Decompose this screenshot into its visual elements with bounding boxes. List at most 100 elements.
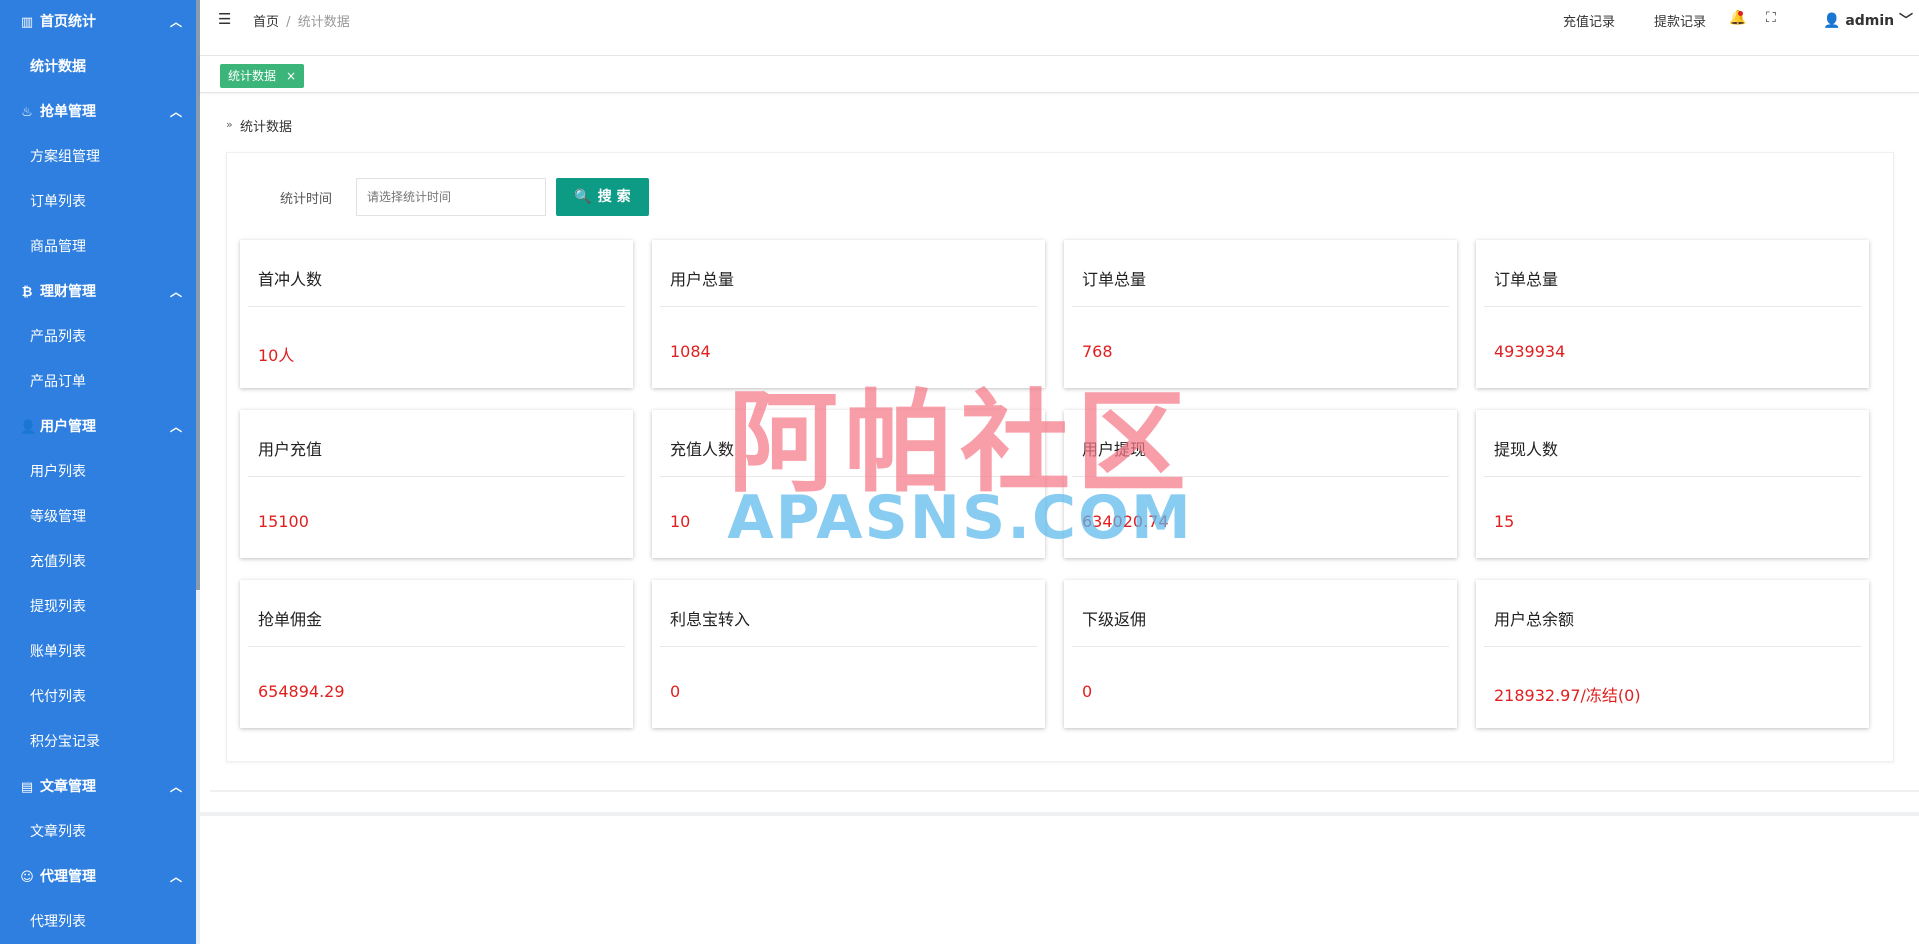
- stat-card: 用户充值 15100: [240, 410, 633, 558]
- sidebar-item[interactable]: 提现列表: [0, 585, 198, 630]
- sidebar-item[interactable]: 代付列表: [0, 675, 198, 720]
- user-icon: 👤: [20, 420, 37, 435]
- stat-divider: [660, 476, 1037, 477]
- chevron-down-icon: ﹀: [1899, 13, 1914, 29]
- stat-divider: [1484, 306, 1861, 307]
- user-menu[interactable]: 👤 admin ﹀: [1823, 10, 1913, 30]
- sidebar-item[interactable]: 产品订单: [0, 360, 198, 405]
- stat-divider: [248, 646, 625, 647]
- sidebar-group[interactable]: ♨ 抢单管理 ︿: [0, 90, 198, 135]
- divider: [200, 812, 1919, 816]
- stat-title: 充值人数: [670, 440, 735, 459]
- chevron-up-icon: ︿: [169, 15, 182, 29]
- sidebar-nav: ▥ 首页统计 ︿ 统计数据 ♨ 抢单管理 ︿ 方案组管理 订单列表 商品管理 ₿ 理财管理 ︿ 产品列表产…: [0, 0, 198, 944]
- sidebar-item[interactable]: 方案组管理: [0, 135, 198, 180]
- stat-value: 10人: [258, 346, 295, 365]
- sidebar-group-label: 代理管理: [40, 869, 96, 885]
- sidebar-item[interactable]: 文章列表: [0, 810, 198, 855]
- stat-value: 218932.97/冻结(0): [1494, 686, 1641, 705]
- stat-divider: [248, 306, 625, 307]
- chevron-up-icon: ︿: [169, 780, 182, 794]
- stat-card: 抢单佣金 654894.29: [240, 580, 633, 728]
- stat-card: 用户提现 634020.74: [1064, 410, 1457, 558]
- stat-title: 首冲人数: [258, 270, 323, 289]
- chevron-up-icon: ︿: [169, 870, 182, 884]
- sidebar-item[interactable]: 用户列表: [0, 450, 198, 495]
- tab-label: 统计数据: [228, 69, 277, 83]
- stat-divider: [1072, 306, 1449, 307]
- sidebar-item[interactable]: 账单列表: [0, 630, 198, 675]
- fullscreen-icon[interactable]: ⛶: [1766, 10, 1776, 26]
- breadcrumb: 首页 / 统计数据: [253, 11, 350, 30]
- bell-icon[interactable]: 🔔: [1729, 10, 1746, 26]
- stat-divider: [660, 306, 1037, 307]
- breadcrumb-home[interactable]: 首页: [253, 15, 279, 30]
- chevron-up-icon: ︿: [169, 285, 182, 299]
- sidebar-item[interactable]: 积分宝记录: [0, 720, 198, 765]
- content-header: » 统计数据: [214, 110, 1904, 140]
- stat-card: 下级返佣 0: [1064, 580, 1457, 728]
- sidebar-group-label: 首页统计: [40, 14, 96, 30]
- user-icon: 👤: [1823, 13, 1841, 29]
- sidebar-item[interactable]: 商品管理: [0, 225, 198, 270]
- divider: [210, 790, 1919, 792]
- sidebar-group[interactable]: ▥ 首页统计 ︿: [0, 0, 198, 45]
- sidebar-item[interactable]: 等级管理: [0, 495, 198, 540]
- stat-value: 15: [1494, 512, 1515, 531]
- sidebar-item[interactable]: 产品列表: [0, 315, 198, 360]
- page-title: 统计数据: [240, 120, 293, 135]
- search-icon: 🔍: [574, 189, 592, 205]
- notification-dot: [1738, 11, 1743, 16]
- stat-card: 订单总量 768: [1064, 240, 1457, 388]
- tab-close-icon[interactable]: ×: [286, 64, 296, 88]
- stat-divider: [1072, 476, 1449, 477]
- filter-label: 统计时间: [280, 192, 333, 207]
- sidebar-group[interactable]: ₿ 理财管理 ︿: [0, 270, 198, 315]
- withdraw-records-link[interactable]: 提款记录: [1654, 11, 1706, 30]
- bitcoin-icon: ₿: [21, 285, 33, 300]
- tab-bar: 统计数据 ×: [200, 55, 1919, 93]
- stat-divider: [1484, 646, 1861, 647]
- stat-value: 10: [670, 512, 691, 531]
- sidebar-group[interactable]: 👤 用户管理 ︿: [0, 405, 198, 450]
- document-icon: ▤: [20, 780, 34, 795]
- stat-card: 充值人数 10: [652, 410, 1045, 558]
- sidebar-item[interactable]: 代理列表: [0, 900, 198, 944]
- sidebar: ▥ 首页统计 ︿ 统计数据 ♨ 抢单管理 ︿ 方案组管理 订单列表 商品管理 ₿ 理财管理 ︿ 产品列表产…: [0, 0, 198, 944]
- stat-card: 提现人数 15: [1476, 410, 1869, 558]
- sidebar-scrollbar[interactable]: [196, 0, 200, 944]
- stat-divider: [660, 646, 1037, 647]
- stat-value: 0: [1082, 682, 1093, 701]
- stat-value: 768: [1082, 342, 1113, 361]
- stat-value: 15100: [258, 512, 309, 531]
- chevron-up-icon: ︿: [169, 105, 182, 119]
- breadcrumb-separator: /: [286, 15, 291, 30]
- tab-stats[interactable]: 统计数据 ×: [220, 64, 305, 88]
- agent-icon: ☺: [20, 870, 34, 885]
- sidebar-group[interactable]: ☺ 代理管理 ︿: [0, 855, 198, 900]
- stat-card: 首冲人数 10人: [240, 240, 633, 388]
- search-button-label: 搜 索: [597, 189, 631, 205]
- sidebar-item[interactable]: 统计数据: [0, 45, 198, 90]
- stat-title: 用户充值: [258, 440, 323, 459]
- sidebar-item[interactable]: 订单列表: [0, 180, 198, 225]
- sidebar-group[interactable]: ▤ 文章管理 ︿: [0, 765, 198, 810]
- recharge-records-link[interactable]: 充值记录: [1563, 11, 1615, 30]
- stat-title: 订单总量: [1082, 270, 1147, 289]
- stat-value: 4939934: [1494, 342, 1566, 361]
- stat-value: 1084: [670, 342, 711, 361]
- search-button[interactable]: 🔍 搜 索: [556, 178, 649, 216]
- stat-card: 利息宝转入 0: [652, 580, 1045, 728]
- fire-icon: ♨: [21, 105, 33, 120]
- chevron-up-icon: ︿: [169, 420, 182, 434]
- stat-time-input[interactable]: [356, 178, 546, 216]
- breadcrumb-current: 统计数据: [297, 15, 350, 30]
- stat-divider: [1484, 476, 1861, 477]
- menu-toggle-icon[interactable]: ☰: [218, 10, 231, 28]
- sidebar-group-label: 理财管理: [40, 284, 96, 300]
- sidebar-item[interactable]: 充值列表: [0, 540, 198, 585]
- stat-value: 0: [670, 682, 681, 701]
- top-header: ☰ 首页 / 统计数据 充值记录 提款记录 🔔 ⛶ 👤 admin ﹀: [200, 0, 1919, 40]
- sidebar-group-label: 文章管理: [40, 779, 96, 795]
- stat-title: 抢单佣金: [258, 610, 323, 629]
